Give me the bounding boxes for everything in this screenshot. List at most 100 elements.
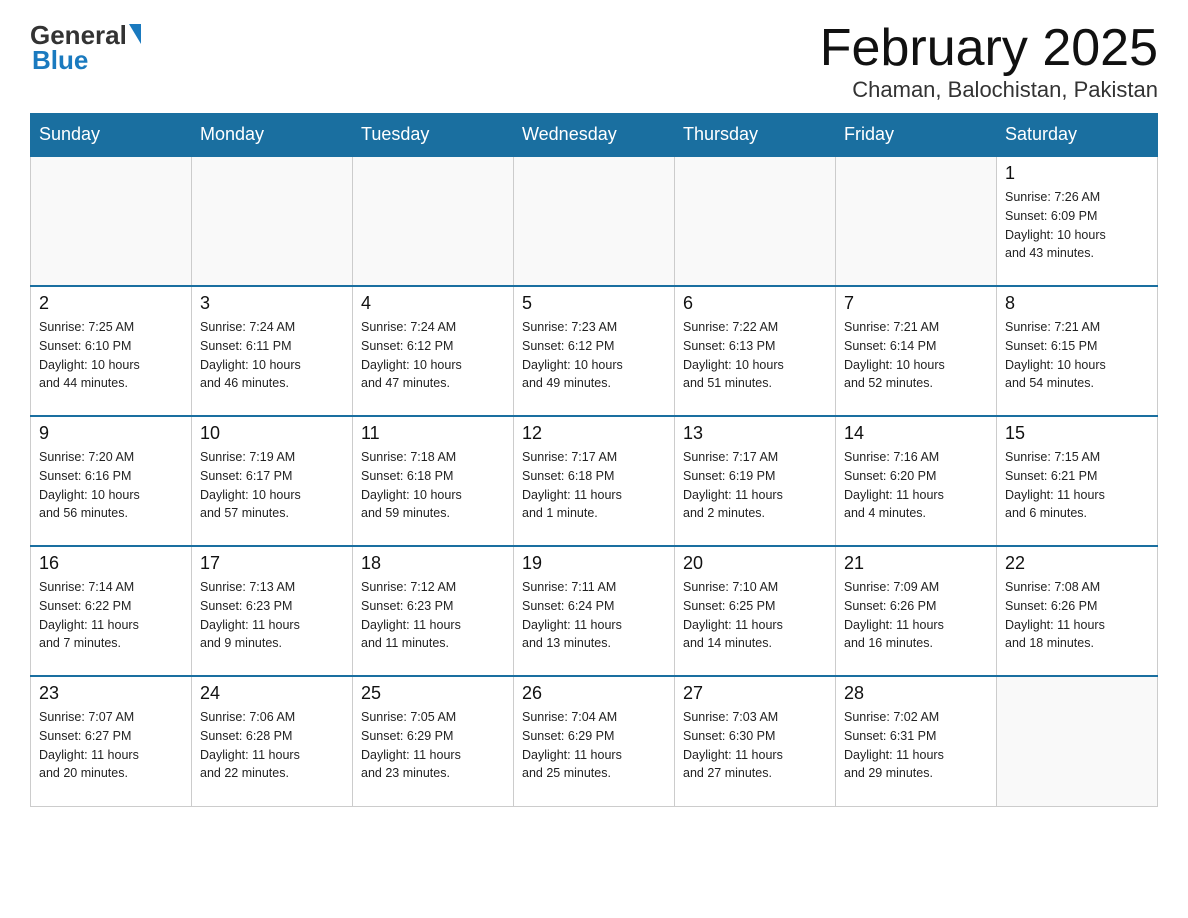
day-cell: 5Sunrise: 7:23 AMSunset: 6:12 PMDaylight… <box>514 286 675 416</box>
day-info: Sunrise: 7:24 AMSunset: 6:11 PMDaylight:… <box>200 318 344 393</box>
day-info: Sunrise: 7:18 AMSunset: 6:18 PMDaylight:… <box>361 448 505 523</box>
day-number: 12 <box>522 423 666 444</box>
day-cell: 12 Sunrise: 7:17 AMSunset: 6:18 PMDayligh… <box>514 416 675 546</box>
day-cell: 25 Sunrise: 7:05 AMSunset: 6:29 PMDayligh… <box>353 676 514 806</box>
day-cell: 9Sunrise: 7:20 AMSunset: 6:16 PMDaylight… <box>31 416 192 546</box>
day-number: 26 <box>522 683 666 704</box>
day-info: Sunrise: 7:04 AMSunset: 6:29 PMDaylight:… <box>522 708 666 783</box>
day-number: 23 <box>39 683 183 704</box>
day-cell: 26 Sunrise: 7:04 AMSunset: 6:29 PMDayligh… <box>514 676 675 806</box>
day-info: Sunrise: 7:24 AMSunset: 6:12 PMDaylight:… <box>361 318 505 393</box>
day-cell: 8 Sunrise: 7:21 AMSunset: 6:15 PMDaylight… <box>997 286 1158 416</box>
day-cell <box>353 156 514 286</box>
day-number: 2 <box>39 293 183 314</box>
day-number: 15 <box>1005 423 1149 444</box>
day-info: Sunrise: 7:07 AMSunset: 6:27 PMDaylight:… <box>39 708 183 783</box>
day-number: 28 <box>844 683 988 704</box>
day-cell: 28 Sunrise: 7:02 AMSunset: 6:31 PMDayligh… <box>836 676 997 806</box>
col-header-sunday: Sunday <box>31 114 192 157</box>
day-number: 13 <box>683 423 827 444</box>
day-cell: 17Sunrise: 7:13 AMSunset: 6:23 PMDayligh… <box>192 546 353 676</box>
day-info: Sunrise: 7:10 AMSunset: 6:25 PMDaylight:… <box>683 578 827 653</box>
col-header-tuesday: Tuesday <box>353 114 514 157</box>
day-number: 25 <box>361 683 505 704</box>
day-cell: 2Sunrise: 7:25 AMSunset: 6:10 PMDaylight… <box>31 286 192 416</box>
day-cell: 27 Sunrise: 7:03 AMSunset: 6:30 PMDayligh… <box>675 676 836 806</box>
day-info: Sunrise: 7:20 AMSunset: 6:16 PMDaylight:… <box>39 448 183 523</box>
day-number: 10 <box>200 423 344 444</box>
day-info: Sunrise: 7:09 AMSunset: 6:26 PMDaylight:… <box>844 578 988 653</box>
day-info: Sunrise: 7:06 AMSunset: 6:28 PMDaylight:… <box>200 708 344 783</box>
day-number: 1 <box>1005 163 1149 184</box>
day-cell: 11 Sunrise: 7:18 AMSunset: 6:18 PMDayligh… <box>353 416 514 546</box>
day-number: 21 <box>844 553 988 574</box>
day-number: 27 <box>683 683 827 704</box>
day-cell: 4 Sunrise: 7:24 AMSunset: 6:12 PMDaylight… <box>353 286 514 416</box>
day-number: 4 <box>361 293 505 314</box>
week-row-3: 9Sunrise: 7:20 AMSunset: 6:16 PMDaylight… <box>31 416 1158 546</box>
day-number: 16 <box>39 553 183 574</box>
day-info: Sunrise: 7:21 AMSunset: 6:14 PMDaylight:… <box>844 318 988 393</box>
day-cell: 24 Sunrise: 7:06 AMSunset: 6:28 PMDayligh… <box>192 676 353 806</box>
month-year-title: February 2025 <box>820 20 1158 77</box>
day-info: Sunrise: 7:16 AMSunset: 6:20 PMDaylight:… <box>844 448 988 523</box>
day-info: Sunrise: 7:02 AMSunset: 6:31 PMDaylight:… <box>844 708 988 783</box>
week-row-2: 2Sunrise: 7:25 AMSunset: 6:10 PMDaylight… <box>31 286 1158 416</box>
day-cell: 3 Sunrise: 7:24 AMSunset: 6:11 PMDaylight… <box>192 286 353 416</box>
day-cell: 19 Sunrise: 7:11 AMSunset: 6:24 PMDayligh… <box>514 546 675 676</box>
location-subtitle: Chaman, Balochistan, Pakistan <box>820 77 1158 103</box>
day-info: Sunrise: 7:21 AMSunset: 6:15 PMDaylight:… <box>1005 318 1149 393</box>
week-row-1: 1 Sunrise: 7:26 AMSunset: 6:09 PMDaylight… <box>31 156 1158 286</box>
day-info: Sunrise: 7:22 AMSunset: 6:13 PMDaylight:… <box>683 318 827 393</box>
day-cell: 13Sunrise: 7:17 AMSunset: 6:19 PMDayligh… <box>675 416 836 546</box>
day-cell: 1 Sunrise: 7:26 AMSunset: 6:09 PMDaylight… <box>997 156 1158 286</box>
day-cell <box>514 156 675 286</box>
day-number: 8 <box>1005 293 1149 314</box>
col-header-thursday: Thursday <box>675 114 836 157</box>
day-number: 19 <box>522 553 666 574</box>
day-info: Sunrise: 7:14 AMSunset: 6:22 PMDaylight:… <box>39 578 183 653</box>
col-header-friday: Friday <box>836 114 997 157</box>
day-cell: 21 Sunrise: 7:09 AMSunset: 6:26 PMDayligh… <box>836 546 997 676</box>
week-row-5: 23 Sunrise: 7:07 AMSunset: 6:27 PMDayligh… <box>31 676 1158 806</box>
day-info: Sunrise: 7:05 AMSunset: 6:29 PMDaylight:… <box>361 708 505 783</box>
day-cell: 7 Sunrise: 7:21 AMSunset: 6:14 PMDaylight… <box>836 286 997 416</box>
logo-triangle-icon <box>129 24 141 44</box>
day-cell <box>675 156 836 286</box>
day-cell <box>31 156 192 286</box>
day-cell: 14 Sunrise: 7:16 AMSunset: 6:20 PMDayligh… <box>836 416 997 546</box>
col-header-monday: Monday <box>192 114 353 157</box>
day-cell: 20 Sunrise: 7:10 AMSunset: 6:25 PMDayligh… <box>675 546 836 676</box>
day-cell: 16 Sunrise: 7:14 AMSunset: 6:22 PMDayligh… <box>31 546 192 676</box>
day-cell <box>836 156 997 286</box>
day-number: 20 <box>683 553 827 574</box>
day-info: Sunrise: 7:12 AMSunset: 6:23 PMDaylight:… <box>361 578 505 653</box>
day-number: 22 <box>1005 553 1149 574</box>
title-section: February 2025 Chaman, Balochistan, Pakis… <box>820 20 1158 103</box>
day-cell <box>997 676 1158 806</box>
day-cell: 15 Sunrise: 7:15 AMSunset: 6:21 PMDayligh… <box>997 416 1158 546</box>
day-info: Sunrise: 7:08 AMSunset: 6:26 PMDaylight:… <box>1005 578 1149 653</box>
day-cell: 23 Sunrise: 7:07 AMSunset: 6:27 PMDayligh… <box>31 676 192 806</box>
day-info: Sunrise: 7:03 AMSunset: 6:30 PMDaylight:… <box>683 708 827 783</box>
day-number: 3 <box>200 293 344 314</box>
col-header-wednesday: Wednesday <box>514 114 675 157</box>
day-number: 7 <box>844 293 988 314</box>
day-cell <box>192 156 353 286</box>
day-cell: 10 Sunrise: 7:19 AMSunset: 6:17 PMDayligh… <box>192 416 353 546</box>
col-header-saturday: Saturday <box>997 114 1158 157</box>
day-info: Sunrise: 7:13 AMSunset: 6:23 PMDaylight:… <box>200 578 344 653</box>
day-number: 14 <box>844 423 988 444</box>
day-info: Sunrise: 7:26 AMSunset: 6:09 PMDaylight:… <box>1005 188 1149 263</box>
calendar-table: SundayMondayTuesdayWednesdayThursdayFrid… <box>30 113 1158 807</box>
day-number: 24 <box>200 683 344 704</box>
day-info: Sunrise: 7:19 AMSunset: 6:17 PMDaylight:… <box>200 448 344 523</box>
logo-blue-text: Blue <box>30 45 88 76</box>
page-header: General Blue February 2025 Chaman, Baloc… <box>30 20 1158 103</box>
day-number: 11 <box>361 423 505 444</box>
day-info: Sunrise: 7:11 AMSunset: 6:24 PMDaylight:… <box>522 578 666 653</box>
logo: General Blue <box>30 20 141 76</box>
day-info: Sunrise: 7:15 AMSunset: 6:21 PMDaylight:… <box>1005 448 1149 523</box>
day-info: Sunrise: 7:23 AMSunset: 6:12 PMDaylight:… <box>522 318 666 393</box>
day-info: Sunrise: 7:17 AMSunset: 6:18 PMDaylight:… <box>522 448 666 523</box>
